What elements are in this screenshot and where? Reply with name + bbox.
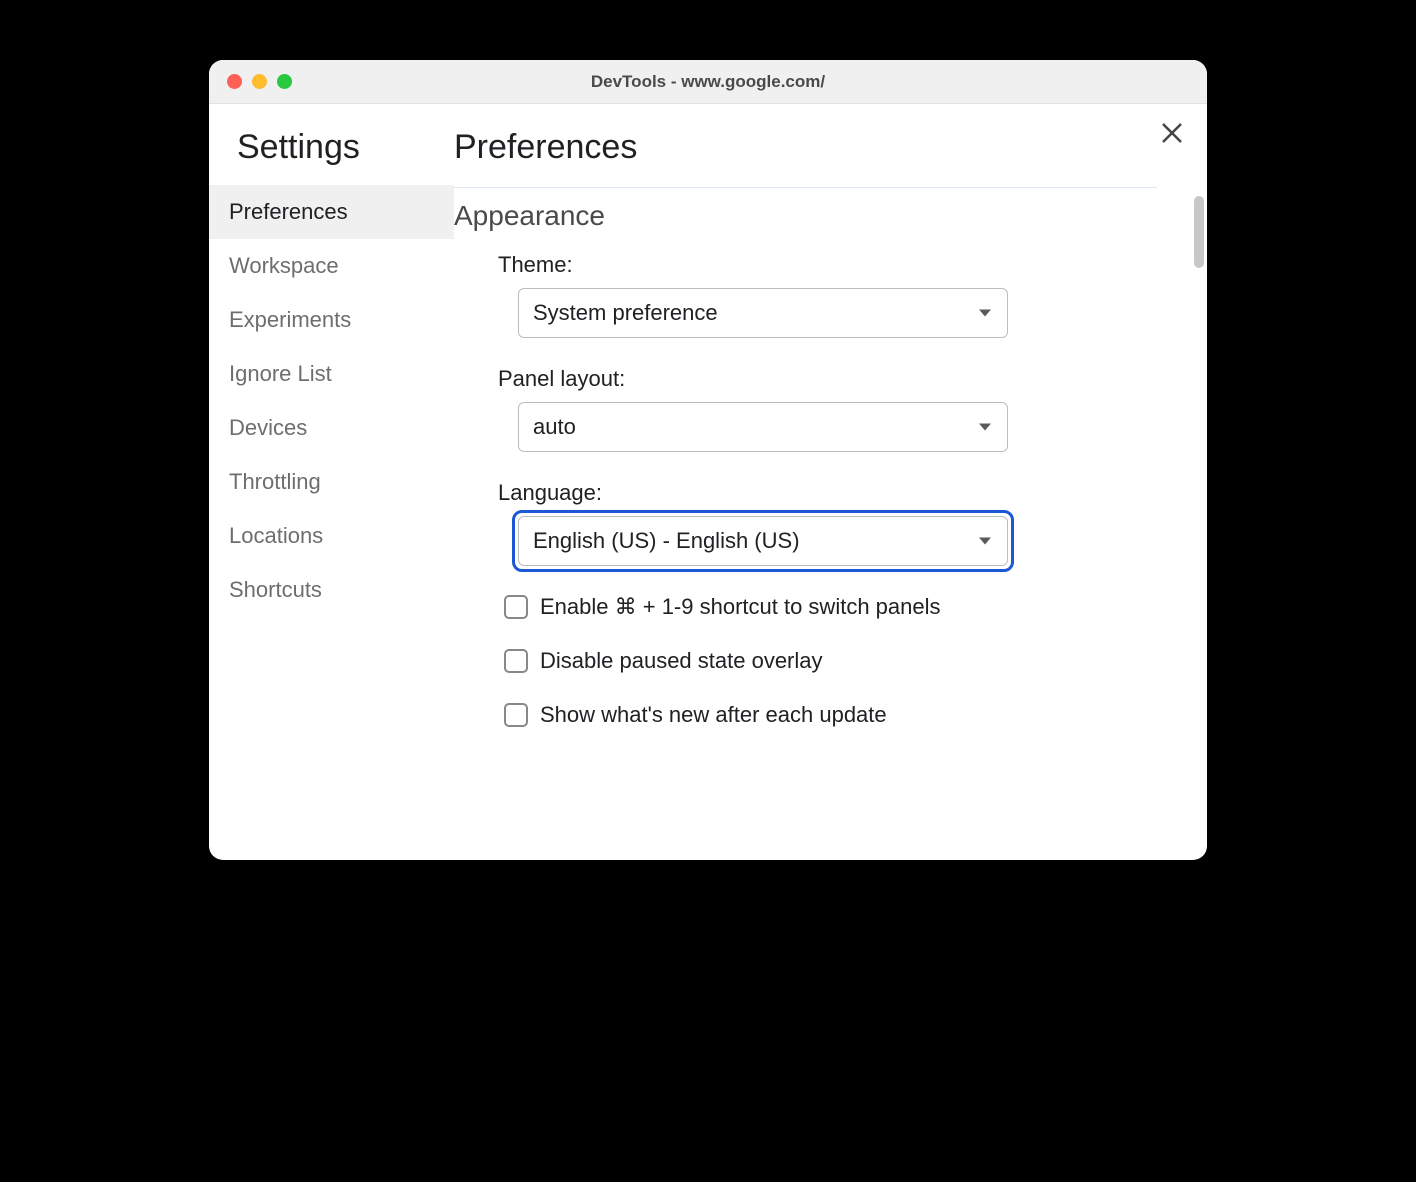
theme-select[interactable]: System preference: [518, 288, 1008, 338]
theme-field: Theme: System preference: [498, 252, 1157, 338]
enable-shortcut-checkbox[interactable]: [504, 595, 528, 619]
chevron-down-icon: [979, 424, 991, 431]
page-title: Preferences: [454, 128, 1157, 188]
disable-paused-overlay-checkbox-row[interactable]: Disable paused state overlay: [504, 648, 1157, 674]
sidebar-item-label: Experiments: [229, 307, 351, 332]
panel-layout-label: Panel layout:: [498, 366, 1157, 392]
panel-layout-field: Panel layout: auto: [498, 366, 1157, 452]
sidebar-item-preferences[interactable]: Preferences: [209, 185, 454, 239]
sidebar-item-label: Locations: [229, 523, 323, 548]
sidebar-item-shortcuts[interactable]: Shortcuts: [209, 563, 454, 617]
language-field: Language: English (US) - English (US): [498, 480, 1157, 566]
panel-layout-select[interactable]: auto: [518, 402, 1008, 452]
language-select-wrap: English (US) - English (US): [518, 516, 1008, 566]
sidebar-item-label: Ignore List: [229, 361, 332, 386]
panel-layout-select-wrap: auto: [518, 402, 1008, 452]
disable-paused-overlay-checkbox[interactable]: [504, 649, 528, 673]
chevron-down-icon: [979, 538, 991, 545]
sidebar-item-devices[interactable]: Devices: [209, 401, 454, 455]
content-area: Settings Preferences Workspace Experimen…: [209, 104, 1207, 860]
disable-paused-overlay-label: Disable paused state overlay: [540, 648, 823, 674]
sidebar-item-ignore-list[interactable]: Ignore List: [209, 347, 454, 401]
titlebar: DevTools - www.google.com/: [209, 60, 1207, 104]
panel-layout-select-value: auto: [533, 414, 576, 440]
chevron-down-icon: [979, 310, 991, 317]
show-whats-new-label: Show what's new after each update: [540, 702, 887, 728]
sidebar-item-label: Devices: [229, 415, 307, 440]
window-minimize-button[interactable]: [252, 74, 267, 89]
close-icon[interactable]: [1161, 122, 1183, 148]
sidebar-item-label: Shortcuts: [229, 577, 322, 602]
theme-label: Theme:: [498, 252, 1157, 278]
settings-sidebar: Settings Preferences Workspace Experimen…: [209, 104, 454, 860]
window-close-button[interactable]: [227, 74, 242, 89]
sidebar-item-experiments[interactable]: Experiments: [209, 293, 454, 347]
language-select[interactable]: English (US) - English (US): [518, 516, 1008, 566]
language-select-value: English (US) - English (US): [533, 528, 800, 554]
theme-select-wrap: System preference: [518, 288, 1008, 338]
window-title: DevTools - www.google.com/: [209, 72, 1207, 92]
theme-select-value: System preference: [533, 300, 718, 326]
show-whats-new-checkbox-row[interactable]: Show what's new after each update: [504, 702, 1157, 728]
devtools-settings-window: DevTools - www.google.com/ Settings Pref…: [209, 60, 1207, 860]
sidebar-item-label: Throttling: [229, 469, 321, 494]
section-appearance-title: Appearance: [454, 200, 1157, 232]
sidebar-item-workspace[interactable]: Workspace: [209, 239, 454, 293]
preferences-scroll-area[interactable]: Appearance Theme: System preference Pane…: [454, 188, 1197, 860]
main-panel: Preferences Appearance Theme: System pre…: [454, 104, 1207, 860]
sidebar-item-label: Preferences: [229, 199, 348, 224]
enable-shortcut-checkbox-row[interactable]: Enable ⌘ + 1-9 shortcut to switch panels: [504, 594, 1157, 620]
scrollbar-thumb[interactable]: [1194, 196, 1204, 268]
sidebar-item-label: Workspace: [229, 253, 339, 278]
language-label: Language:: [498, 480, 1157, 506]
enable-shortcut-label: Enable ⌘ + 1-9 shortcut to switch panels: [540, 594, 941, 620]
sidebar-title: Settings: [209, 128, 454, 185]
traffic-lights: [209, 74, 292, 89]
sidebar-item-throttling[interactable]: Throttling: [209, 455, 454, 509]
window-maximize-button[interactable]: [277, 74, 292, 89]
show-whats-new-checkbox[interactable]: [504, 703, 528, 727]
sidebar-item-locations[interactable]: Locations: [209, 509, 454, 563]
